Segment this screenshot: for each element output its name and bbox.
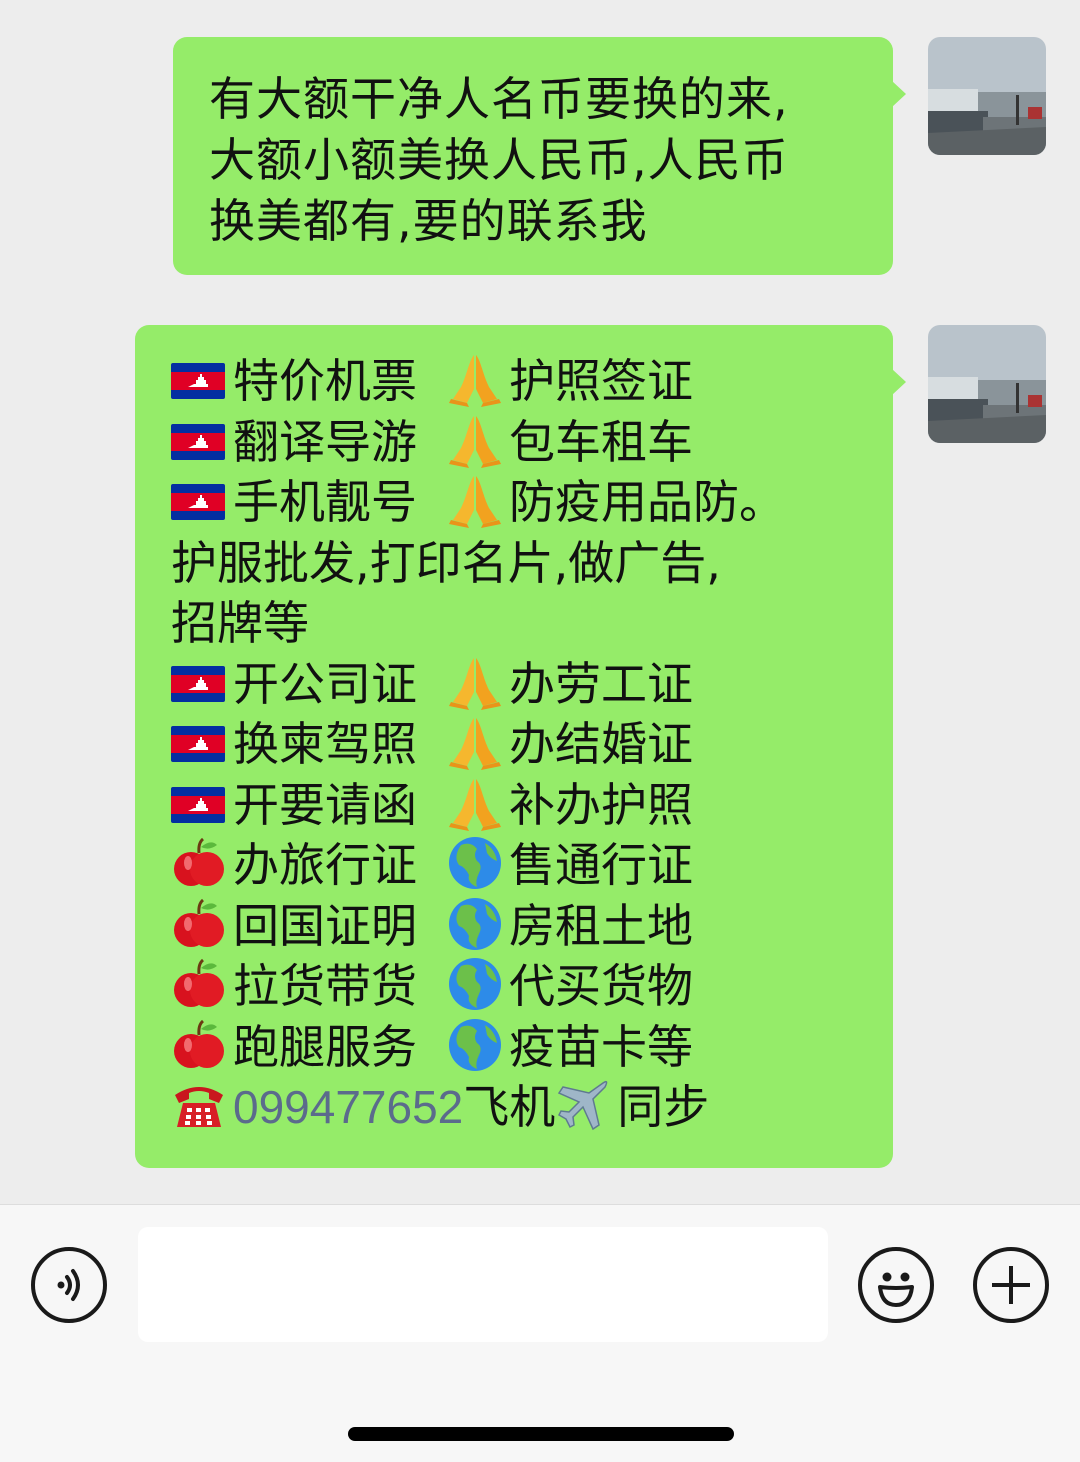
service-label: 办结婚证: [509, 717, 693, 771]
red-apple-icon: [171, 896, 227, 952]
message-bubble[interactable]: 特价机票 护照签证 翻译导游 包车租车 手机靓号 防疫用品防。 护服批发,打印名片,做…: [135, 325, 906, 1168]
service-row: 换柬驾照 办结婚证: [171, 714, 883, 775]
smiley-icon: [878, 1272, 914, 1307]
service-label: 翻译导游: [233, 414, 417, 469]
service-label: 开要请函: [233, 777, 417, 832]
service-row: 办旅行证 售通行证: [171, 835, 883, 896]
emoji-button[interactable]: [858, 1247, 934, 1323]
service-row: 跑腿服务 疫苗卡等: [171, 1017, 883, 1078]
cambodia-flag-icon: [171, 786, 225, 823]
praying-hands-icon: [447, 412, 503, 468]
service-label: 跑腿服务: [233, 1019, 417, 1074]
avatar[interactable]: [928, 37, 1046, 155]
message-line: 招牌等: [171, 596, 309, 650]
cambodia-flag-icon: [171, 363, 225, 399]
service-label: 开公司证: [233, 656, 417, 711]
service-label: 办旅行证: [233, 838, 417, 892]
voice-button[interactable]: [31, 1247, 107, 1323]
cambodia-flag-icon: [171, 726, 225, 762]
message-line: 换美都有,要的联系我: [209, 194, 648, 248]
cambodia-flag-icon: [171, 484, 225, 520]
service-row: 翻译导游 包车租车: [171, 412, 883, 473]
service-label: 防疫用品防。: [509, 475, 785, 529]
service-label: 特价机票: [233, 354, 417, 408]
message-line: 大额小额美换人民币,人民币: [209, 133, 789, 187]
praying-hands-icon: [447, 472, 503, 528]
service-label: 回国证明: [233, 898, 417, 953]
telephone-icon: [171, 1077, 227, 1133]
input-bar: [0, 1204, 1080, 1462]
service-row: 开公司证 办劳工证: [171, 654, 883, 715]
service-label: 办劳工证: [509, 656, 693, 711]
service-label: 拉货带货: [233, 959, 417, 1013]
service-row: 特价机票 护照签证: [171, 351, 883, 412]
red-apple-icon: [171, 1017, 227, 1073]
globe-americas-icon: [447, 1017, 503, 1073]
praying-hands-icon: [447, 351, 503, 407]
message-bubble[interactable]: 有大额干净人名币要换的来, 大额小额美换人民币,人民币 换美都有,要的联系我: [173, 37, 906, 275]
praying-hands-icon: [447, 775, 503, 831]
service-label: 手机靓号: [233, 475, 417, 529]
praying-hands-icon: [447, 654, 503, 710]
phone-number-link[interactable]: 099477652: [233, 1081, 463, 1133]
service-label: 包车租车: [509, 414, 693, 469]
globe-americas-icon: [447, 896, 503, 952]
airplane-icon: [555, 1077, 611, 1133]
red-apple-icon: [171, 956, 227, 1012]
service-label: 护照签证: [509, 354, 693, 408]
service-row: 手机靓号 防疫用品防。: [171, 472, 883, 533]
more-button[interactable]: [973, 1247, 1049, 1323]
message-line: 有大额干净人名币要换的来,: [209, 72, 789, 126]
contact-text: 飞机: [463, 1080, 556, 1134]
contact-row: 099477652飞机 同步: [171, 1077, 883, 1138]
globe-americas-icon: [447, 956, 503, 1012]
message-input[interactable]: [138, 1227, 828, 1342]
service-row: 拉货带货 代买货物: [171, 956, 883, 1017]
service-row: 开要请函 补办护照: [171, 775, 883, 836]
home-indicator[interactable]: [348, 1427, 734, 1441]
globe-americas-icon: [447, 835, 503, 891]
cambodia-flag-icon: [171, 665, 225, 702]
service-row: 回国证明 房租土地: [171, 896, 883, 957]
praying-hands-icon: [447, 714, 503, 770]
plus-icon: [992, 1266, 1030, 1304]
red-apple-icon: [171, 835, 227, 891]
service-label: 代买货物: [509, 959, 693, 1013]
avatar[interactable]: [928, 325, 1046, 443]
service-label: 售通行证: [509, 838, 693, 892]
cambodia-flag-icon: [171, 423, 225, 460]
contact-text: 同步: [617, 1080, 710, 1134]
service-label: 补办护照: [509, 777, 693, 832]
service-label: 房租土地: [509, 898, 693, 953]
service-label: 换柬驾照: [233, 717, 417, 771]
chat-area: 有大额干净人名币要换的来, 大额小额美换人民币,人民币 换美都有,要的联系我 特…: [0, 0, 1080, 1204]
message-line: 护服批发,打印名片,做广告,: [171, 535, 721, 590]
service-label: 疫苗卡等: [509, 1019, 693, 1074]
voice-icon: [57, 1269, 80, 1301]
